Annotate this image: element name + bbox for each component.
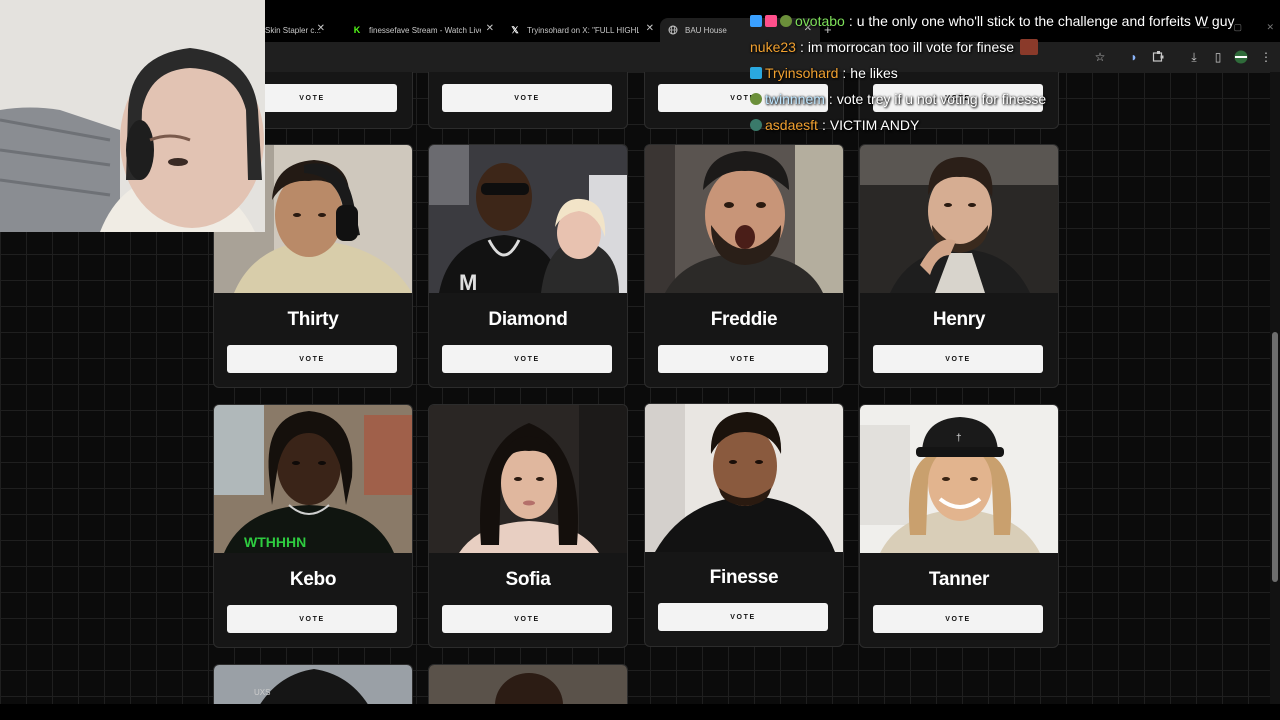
bottom-edge <box>0 704 1280 720</box>
vote-button[interactable]: VOTE <box>658 603 828 631</box>
vote-button[interactable]: VOTE <box>658 345 828 373</box>
chat-overlay: ovotabo : u the only one who'll stick to… <box>750 8 1280 138</box>
tab-title: BAU House <box>685 25 727 35</box>
frog-badge-icon <box>750 93 762 105</box>
chat-username[interactable]: asdaesft <box>765 117 818 133</box>
contestant-card-partial: UXS <box>213 664 413 704</box>
close-icon[interactable]: ✕ <box>646 23 654 34</box>
contestant-card-partial: VOTE <box>428 72 628 129</box>
tab-title: Skin Stapler c... <box>265 25 322 35</box>
vote-button[interactable]: VOTE <box>873 605 1043 633</box>
contestant-name: Diamond <box>488 309 568 330</box>
contestant-card-partial <box>428 664 628 704</box>
svg-text:M: M <box>459 270 477 293</box>
contestant-card-freddie: Freddie VOTE <box>644 144 844 388</box>
vote-button[interactable]: VOTE <box>227 605 397 633</box>
frog-badge-icon <box>750 119 762 131</box>
x-icon: 𝕏 <box>511 24 519 35</box>
vote-button[interactable]: VOTE <box>442 84 612 112</box>
face-emote-icon <box>1020 39 1039 55</box>
contestant-photo: WTHHHN <box>214 405 412 553</box>
contestant-photo <box>645 145 843 293</box>
scrollbar-thumb[interactable] <box>1272 332 1278 582</box>
contestant-card-sofia: Sofia VOTE <box>428 404 628 648</box>
contestant-photo <box>860 145 1058 293</box>
contestant-card-finesse: Finesse VOTE <box>644 403 844 647</box>
tab-skin-stapler[interactable]: Skin Stapler c... ✕ <box>265 18 325 42</box>
chat-message: asdaesft : VICTIM ANDY <box>750 112 1280 138</box>
vote-button[interactable]: VOTE <box>873 345 1043 373</box>
chat-message: twinnnem : vote trey if u not voting for… <box>750 86 1280 112</box>
contestant-photo: M <box>429 145 627 293</box>
contestant-card-tanner: † Tanner VOTE <box>859 404 1059 648</box>
svg-text:UXS: UXS <box>254 688 270 697</box>
kick-icon: K <box>353 25 361 35</box>
chat-colon: : <box>828 91 833 107</box>
chat-username[interactable]: twinnnem <box>765 91 825 107</box>
pixel-badge-icon <box>750 15 762 27</box>
contestant-name: Tanner <box>928 569 990 590</box>
chat-message: nuke23 : im morrocan too ill vote for fi… <box>750 34 1280 60</box>
vote-button[interactable]: VOTE <box>442 345 612 373</box>
vote-button[interactable]: VOTE <box>227 345 397 373</box>
chat-username[interactable]: nuke23 <box>750 39 796 55</box>
chat-message: ovotabo : u the only one who'll stick to… <box>750 8 1280 34</box>
contestant-card-henry: Henry VOTE <box>859 144 1059 388</box>
chat-text: vote trey if u not voting for finesse <box>836 91 1047 107</box>
tab-finessefave-stream[interactable]: K finessefave Stream - Watch Live ✕ <box>352 18 494 42</box>
globe-icon <box>668 25 678 35</box>
tab-tryinsohard-x[interactable]: 𝕏 Tryinsohard on X: "FULL HIGHL ✕ <box>510 18 654 42</box>
frog-badge-icon <box>780 15 792 27</box>
streamer-webcam <box>0 0 265 232</box>
chat-text: he likes <box>850 65 898 81</box>
contestant-photo: UXS <box>214 665 412 704</box>
contestant-photo: † <box>860 405 1058 553</box>
tab-title: Tryinsohard on X: "FULL HIGHL <box>527 25 639 35</box>
contestant-photo <box>429 405 627 553</box>
contestant-name: Kebo <box>289 569 337 590</box>
chat-message: Tryinsohard : he likes <box>750 60 1280 86</box>
close-icon[interactable]: ✕ <box>486 23 494 34</box>
contestant-photo <box>429 665 627 704</box>
chat-colon: : <box>848 13 853 29</box>
contestant-photo <box>645 404 843 552</box>
contestant-name: Thirty <box>287 309 339 330</box>
page-scrollbar[interactable] <box>1270 72 1280 704</box>
chat-colon: : <box>842 65 847 81</box>
close-icon[interactable]: ✕ <box>317 23 325 34</box>
contestant-name: Sofia <box>505 569 551 590</box>
svg-text:†: † <box>956 433 962 444</box>
chat-text: u the only one who'll stick to the chall… <box>856 13 1235 29</box>
contestant-name: Henry <box>932 309 986 330</box>
chat-text: VICTIM ANDY <box>829 117 920 133</box>
cube-badge-icon <box>750 67 762 79</box>
chat-username[interactable]: ovotabo <box>795 13 845 29</box>
contestant-name: Freddie <box>710 309 778 330</box>
chat-username[interactable]: Tryinsohard <box>765 65 838 81</box>
contestant-card-diamond: M Diamond VOTE <box>428 144 628 388</box>
chat-colon: : <box>821 117 826 133</box>
gift-badge-icon <box>765 15 777 27</box>
chat-colon: : <box>799 39 804 55</box>
chat-text: im morrocan too ill vote for finese <box>807 39 1015 55</box>
contestant-card-kebo: WTHHHN Kebo VOTE <box>213 404 413 648</box>
contestant-name: Finesse <box>709 567 779 588</box>
tab-title: finessefave Stream - Watch Live <box>369 25 481 35</box>
vote-button[interactable]: VOTE <box>442 605 612 633</box>
svg-text:WTHHHN: WTHHHN <box>244 534 306 550</box>
